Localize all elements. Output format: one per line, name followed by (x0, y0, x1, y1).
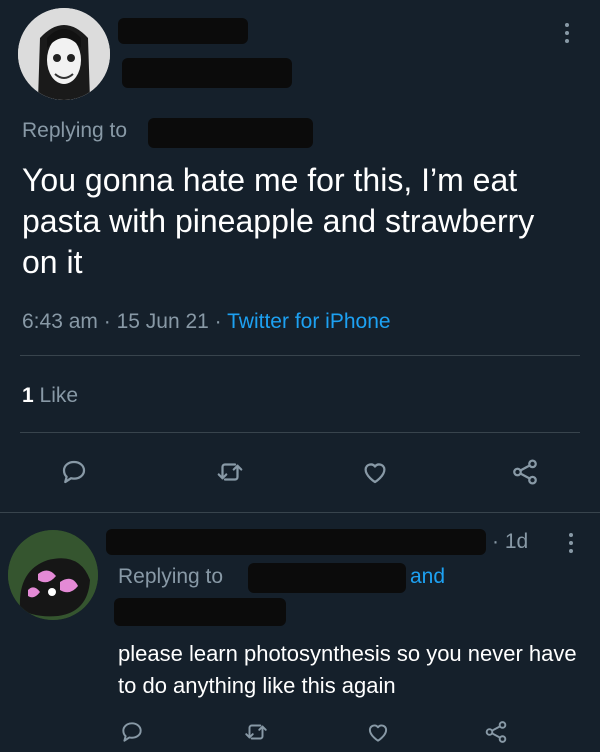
more-dots-icon[interactable] (561, 528, 581, 558)
meta-separator: · (214, 310, 222, 333)
reply-time: 1d (504, 530, 529, 553)
retweet-icon[interactable] (236, 712, 276, 752)
tweet-time: 6:43 am (22, 310, 98, 333)
meta-separator: · (492, 530, 499, 553)
share-icon[interactable] (476, 712, 516, 752)
tweet-meta: 6:43 am · 15 Jun 21 · Twitter for iPhone (22, 310, 391, 334)
reply-author-name-redacted (106, 529, 486, 555)
reply-age: · 1d (492, 530, 528, 554)
likes-label: Like (39, 384, 79, 407)
comment-icon[interactable] (112, 712, 152, 752)
reply-replying-handle-redacted[interactable] (248, 563, 406, 593)
tweet-text: You gonna hate me for this, I’m eat past… (22, 162, 535, 280)
retweet-icon[interactable] (210, 452, 250, 492)
comment-icon[interactable] (54, 452, 94, 492)
likes-stat[interactable]: 1 Like (22, 384, 78, 408)
heart-icon[interactable] (358, 712, 398, 752)
reply-text: please learn photosynthesis so you never… (118, 641, 577, 698)
author-name-redacted (118, 18, 248, 44)
more-dots-icon[interactable] (557, 18, 577, 48)
tweet-author-avatar[interactable] (18, 8, 110, 100)
replying-to-handle-redacted[interactable] (148, 118, 313, 148)
reply-replying-handle2-redacted[interactable] (114, 598, 286, 626)
divider (0, 512, 600, 513)
reply-replying-to-label: Replying to (118, 565, 224, 588)
tweet-source-link[interactable]: Twitter for iPhone (227, 310, 390, 333)
author-handle-redacted (122, 58, 292, 88)
tweet-date: 15 Jun 21 (116, 310, 209, 333)
heart-icon[interactable] (355, 452, 395, 492)
reply-and-label[interactable]: and (410, 565, 445, 589)
replying-to-label: Replying to (22, 119, 128, 142)
divider (20, 432, 580, 433)
meta-separator: · (103, 310, 111, 333)
likes-count: 1 (22, 384, 34, 407)
reply-author-avatar[interactable] (8, 530, 98, 620)
share-icon[interactable] (505, 452, 545, 492)
divider (20, 355, 580, 356)
